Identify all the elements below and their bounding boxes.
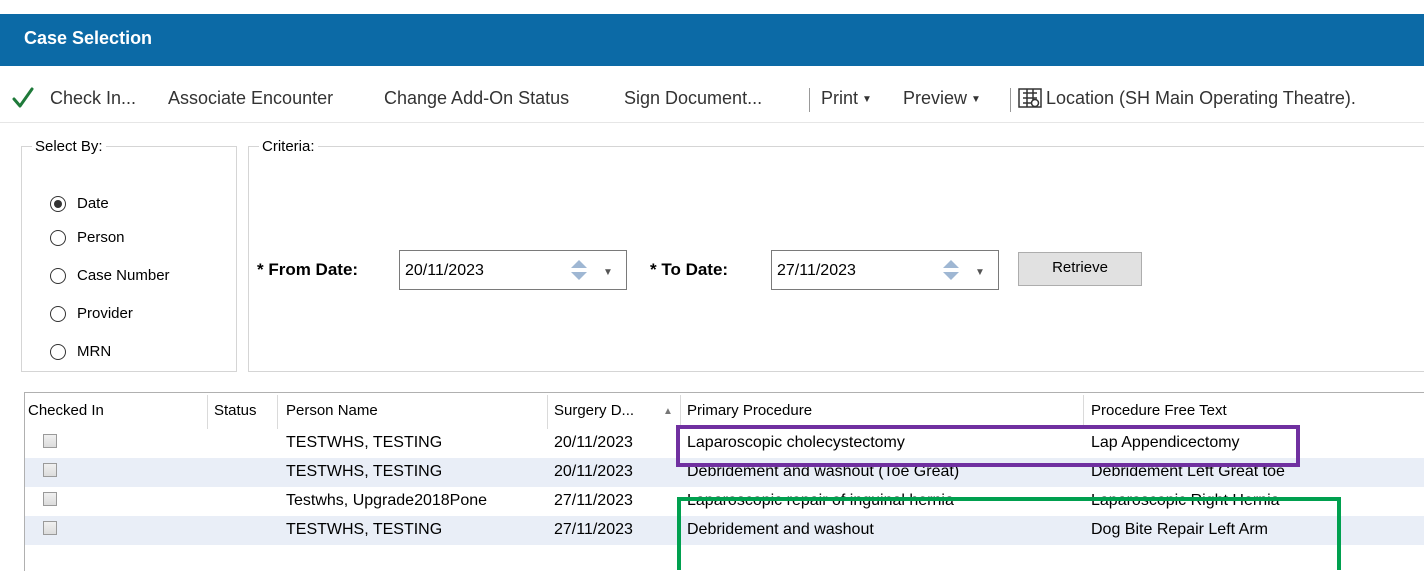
preview-button[interactable]: Preview ▼ xyxy=(903,88,981,109)
column-divider[interactable] xyxy=(680,395,681,429)
highlight-box-green xyxy=(677,497,1341,570)
person-name-cell: TESTWHS, TESTING xyxy=(286,521,443,538)
retrieve-button[interactable]: Retrieve xyxy=(1018,252,1142,286)
radio-button[interactable] xyxy=(50,267,66,284)
from-date-label: * From Date: xyxy=(257,260,359,279)
surgery-date-cell: 20/11/2023 xyxy=(554,463,633,480)
checkmark-icon[interactable] xyxy=(12,86,34,110)
checked-in-checkbox[interactable] xyxy=(43,521,57,535)
column-divider[interactable] xyxy=(277,395,278,429)
surgery-date-cell: 27/11/2023 xyxy=(554,521,633,538)
toolbar-separator xyxy=(809,88,810,112)
column-header-procedure-free-text[interactable]: Procedure Free Text xyxy=(1091,402,1227,419)
spinner-icon[interactable] xyxy=(938,257,964,283)
checked-in-checkbox[interactable] xyxy=(43,463,57,477)
to-date-value: 27/11/2023 xyxy=(777,262,856,279)
person-name-cell: TESTWHS, TESTING xyxy=(286,463,443,480)
radio-label: MRN xyxy=(77,343,112,360)
radio-button[interactable] xyxy=(50,343,66,360)
from-date-field[interactable]: 20/11/2023 ▼ xyxy=(399,250,627,290)
checked-in-checkbox[interactable] xyxy=(43,434,57,448)
column-divider[interactable] xyxy=(547,395,548,429)
check-in-button[interactable]: Check In... xyxy=(50,88,136,109)
print-label: Print xyxy=(821,88,859,108)
radio-date[interactable]: Date xyxy=(50,195,109,212)
radio-label: Person xyxy=(77,229,125,246)
person-name-cell: TESTWHS, TESTING xyxy=(286,434,443,451)
column-header-status[interactable]: Status xyxy=(214,402,257,419)
radio-label: Case Number xyxy=(77,267,170,284)
toolbar-separator xyxy=(1010,88,1011,112)
associate-encounter-button[interactable]: Associate Encounter xyxy=(168,88,333,109)
location-button[interactable]: Location (SH Main Operating Theatre). xyxy=(1046,88,1356,109)
chevron-down-icon: ▼ xyxy=(862,94,872,105)
radio-person[interactable]: Person xyxy=(50,229,125,246)
radio-label: Provider xyxy=(77,305,133,322)
checked-in-checkbox[interactable] xyxy=(43,492,57,506)
column-header-person-name[interactable]: Person Name xyxy=(286,402,378,419)
window-title: Case Selection xyxy=(24,28,153,48)
chevron-down-icon[interactable]: ▼ xyxy=(975,267,985,278)
criteria-legend: Criteria: xyxy=(262,138,315,155)
spinner-icon[interactable] xyxy=(566,257,592,283)
radio-label: Date xyxy=(77,195,109,212)
sign-document-button[interactable]: Sign Document... xyxy=(624,88,762,109)
surgery-date-cell: 20/11/2023 xyxy=(554,434,633,451)
radio-button[interactable] xyxy=(50,305,66,322)
to-date-field[interactable]: 27/11/2023 ▼ xyxy=(771,250,999,290)
location-icon[interactable] xyxy=(1018,87,1042,109)
column-header-surgery-date[interactable]: Surgery D... xyxy=(554,402,634,419)
chevron-down-icon[interactable]: ▼ xyxy=(603,267,613,278)
radio-case-number[interactable]: Case Number xyxy=(50,267,170,284)
grid-header: Checked In Status Person Name Surgery D.… xyxy=(25,393,1424,429)
column-divider[interactable] xyxy=(207,395,208,429)
sort-ascending-icon: ▲ xyxy=(663,406,673,417)
person-name-cell: Testwhs, Upgrade2018Pone xyxy=(286,492,488,509)
title-bar: Case Selection xyxy=(0,14,1424,66)
select-by-legend: Select By: xyxy=(35,138,103,155)
preview-label: Preview xyxy=(903,88,968,108)
chevron-down-icon: ▼ xyxy=(971,94,981,105)
toolbar-divider xyxy=(0,122,1424,123)
radio-provider[interactable]: Provider xyxy=(50,305,133,322)
to-date-label: * To Date: xyxy=(650,260,729,279)
from-date-value: 20/11/2023 xyxy=(405,262,484,279)
column-header-primary-procedure[interactable]: Primary Procedure xyxy=(687,402,812,419)
radio-button[interactable] xyxy=(50,229,66,246)
column-divider[interactable] xyxy=(1083,395,1084,429)
column-header-checked-in[interactable]: Checked In xyxy=(28,402,104,419)
highlight-box-purple xyxy=(676,425,1300,467)
radio-button-selected[interactable] xyxy=(50,195,66,212)
surgery-date-cell: 27/11/2023 xyxy=(554,492,633,509)
change-addon-status-button[interactable]: Change Add-On Status xyxy=(384,88,569,109)
toolbar: Check In... Associate Encounter Change A… xyxy=(0,78,1424,118)
print-button[interactable]: Print ▼ xyxy=(821,88,872,109)
radio-mrn[interactable]: MRN xyxy=(50,343,111,360)
select-by-group: Select By: Date Person Case Number Provi… xyxy=(21,138,237,372)
